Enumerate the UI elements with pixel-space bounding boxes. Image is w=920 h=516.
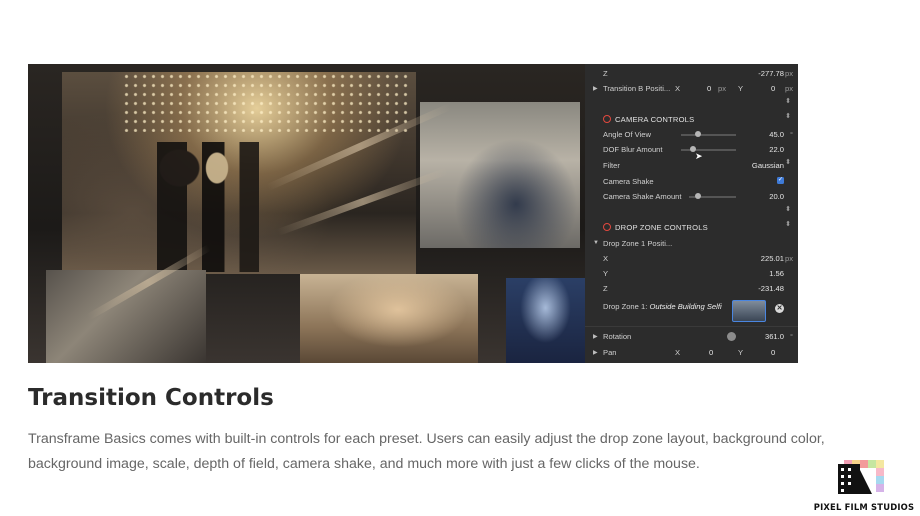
drop-zone-1-position-label: Drop Zone 1 Positi...: [603, 239, 673, 248]
film-strip-logo-icon: [838, 460, 886, 496]
string-lights: [122, 72, 412, 132]
transition-b-position-row[interactable]: ▶ Transition B Positi... X 0 px Y 0 px: [585, 82, 798, 96]
disclosure-triangle-down-icon[interactable]: ▼: [593, 240, 599, 246]
dof-blur-value[interactable]: 22.0: [769, 145, 784, 154]
drop-zone-thumbnail[interactable]: [732, 300, 766, 322]
pan-y-value[interactable]: 0: [771, 348, 775, 357]
z-label: Z: [603, 69, 608, 78]
rotation-row[interactable]: ▶ Rotation 361.0 °: [585, 330, 798, 344]
rotation-value[interactable]: 361.0: [765, 332, 784, 341]
transition-b-y-unit: px: [784, 84, 793, 93]
camera-controls-section[interactable]: CAMERA CONTROLS ⬍: [585, 113, 798, 127]
angle-of-view-slider[interactable]: [681, 134, 736, 136]
camera-shake-amount-value[interactable]: 20.0: [769, 192, 784, 201]
drop-zone-1-row[interactable]: Drop Zone 1: Outside Building Selfi ✕: [585, 299, 798, 323]
camera-shake-amount-label: Camera Shake Amount: [603, 192, 682, 201]
pan-x-value[interactable]: 0: [709, 348, 713, 357]
dz-x-unit: px: [784, 254, 793, 263]
stepper-icon[interactable]: ⬍: [785, 98, 791, 105]
filter-label: Filter: [603, 161, 620, 170]
filter-row[interactable]: Filter Gaussian ⬍: [585, 159, 798, 173]
z-unit: px: [784, 69, 793, 78]
dz-z-label: Z: [603, 284, 608, 293]
pan-label: Pan: [603, 348, 617, 357]
divider: [585, 326, 798, 327]
transition-b-y-value[interactable]: 0: [771, 84, 775, 93]
degree-symbol: °: [789, 332, 793, 341]
transition-b-x-label: X: [675, 84, 681, 93]
brand-logo[interactable]: PIXEL FILM STUDIOS: [812, 458, 916, 514]
rotation-label: Rotation: [603, 332, 632, 341]
product-screenshot: Z -277.78 px ▶ Transition B Positi... X …: [28, 64, 798, 363]
drop-zone-controls-heading: DROP ZONE CONTROLS: [615, 223, 708, 232]
preview-bottom-left-clip: [46, 270, 206, 363]
camera-shake-label: Camera Shake: [603, 177, 654, 186]
dz-y-row[interactable]: Y 1.56: [585, 267, 798, 281]
section-title: Transition Controls: [28, 385, 274, 411]
camera-controls-heading: CAMERA CONTROLS: [615, 115, 695, 124]
couple-walking: [142, 142, 292, 272]
drop-zone-1-label: Drop Zone 1: Outside Building Selfi: [603, 302, 722, 311]
dz-y-label: Y: [603, 269, 609, 278]
inspector-panel: Z -277.78 px ▶ Transition B Positi... X …: [585, 64, 798, 363]
video-collage-preview: [28, 64, 585, 363]
drop-zone-1-label-text: Drop Zone 1:: [603, 302, 648, 311]
section-description: Transframe Basics comes with built-in co…: [28, 431, 825, 472]
dz-x-row[interactable]: X 225.01 px: [585, 252, 798, 266]
camera-shake-amount-row[interactable]: Camera Shake Amount 20.0: [585, 190, 798, 204]
drop-zone-1-media-name: Outside Building Selfi: [649, 302, 722, 311]
transition-b-label: Transition B Positi...: [603, 84, 671, 93]
stepper-icon[interactable]: ⬍: [785, 206, 791, 213]
dz-x-label: X: [603, 254, 609, 263]
preview-main-clip: [62, 72, 416, 274]
preview-bottom-right-clip: [506, 278, 585, 363]
drop-zone-1-position-row[interactable]: ▼ Drop Zone 1 Positi...: [585, 237, 798, 251]
section-reset-icon[interactable]: [603, 223, 611, 231]
transition-b-y-label: Y: [738, 84, 744, 93]
stepper-row: ⬍: [585, 206, 798, 220]
rotation-dial-icon[interactable]: [727, 332, 736, 341]
stepper-row: ⬍: [585, 98, 798, 112]
dz-y-value[interactable]: 1.56: [769, 269, 784, 278]
section-reset-icon[interactable]: [603, 115, 611, 123]
pan-y-label: Y: [738, 348, 744, 357]
degree-symbol: °: [789, 130, 793, 139]
preview-bottom-middle-clip: [300, 274, 478, 363]
pan-x-label: X: [675, 348, 681, 357]
disclosure-triangle-icon[interactable]: ▶: [593, 333, 598, 340]
camera-shake-row[interactable]: Camera Shake ✓: [585, 175, 798, 189]
stepper-icon[interactable]: ⬍: [785, 113, 791, 120]
pan-row[interactable]: ▶ Pan X 0 Y 0: [585, 346, 798, 360]
filter-select[interactable]: Gaussian: [752, 161, 784, 170]
angle-of-view-row[interactable]: Angle Of View 45.0 °: [585, 128, 798, 142]
stepper-icon[interactable]: ⬍: [785, 221, 791, 228]
slider-knob[interactable]: [695, 193, 702, 199]
dropdown-stepper-icon[interactable]: ⬍: [785, 159, 791, 166]
z-row[interactable]: Z -277.78 px: [585, 67, 798, 81]
transition-b-x-value[interactable]: 0: [707, 84, 711, 93]
brand-name: PIXEL FILM STUDIOS: [813, 502, 915, 512]
angle-of-view-value[interactable]: 45.0: [769, 130, 784, 139]
dz-z-value[interactable]: -231.48: [758, 284, 784, 293]
z-value[interactable]: -277.78: [758, 69, 784, 78]
dz-z-row[interactable]: Z -231.48: [585, 282, 798, 296]
disclosure-triangle-icon[interactable]: ▶: [593, 85, 598, 92]
clear-drop-zone-icon[interactable]: ✕: [775, 304, 784, 313]
dof-blur-row[interactable]: DOF Blur Amount 22.0: [585, 143, 798, 157]
drop-zone-controls-section[interactable]: DROP ZONE CONTROLS ⬍: [585, 221, 798, 235]
dz-x-value[interactable]: 225.01: [761, 254, 784, 263]
disclosure-triangle-icon[interactable]: ▶: [593, 349, 598, 356]
transition-b-x-unit: px: [718, 84, 727, 93]
camera-shake-checkbox[interactable]: ✓: [777, 177, 784, 184]
dof-blur-label: DOF Blur Amount: [603, 145, 663, 154]
slider-knob[interactable]: [694, 131, 701, 137]
angle-of-view-label: Angle Of View: [603, 130, 651, 139]
